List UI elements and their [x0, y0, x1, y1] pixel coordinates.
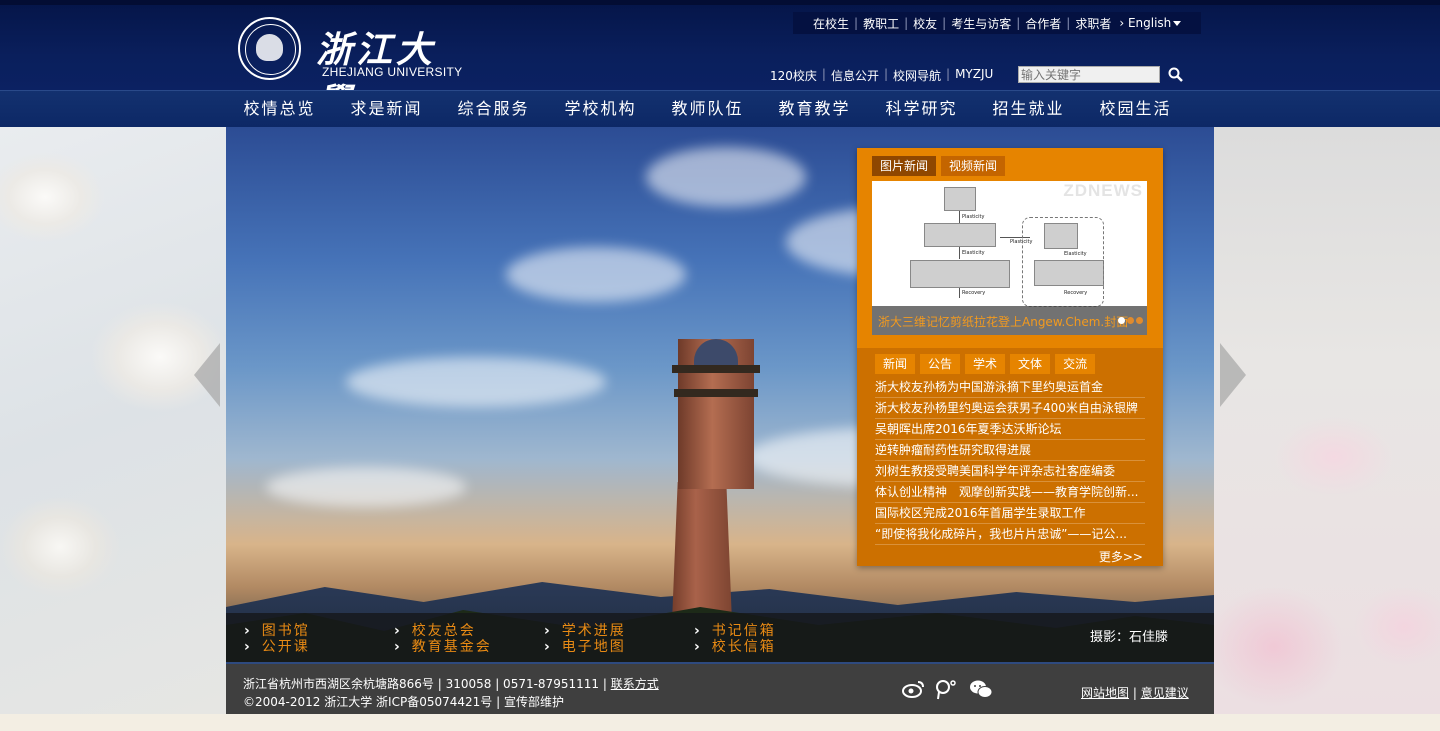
site-header: 浙江大學 ZHEJIANG UNIVERSITY 在校生| 教职工| 校友| 考…: [0, 0, 1440, 123]
featured-news-image[interactable]: ZDNEWS Plasticity Elasticity Recovery Pl…: [872, 181, 1147, 335]
nav-overview[interactable]: 校情总览: [226, 91, 333, 127]
search-icon[interactable]: [1167, 66, 1185, 84]
nav-research[interactable]: 科学研究: [868, 91, 975, 127]
nav-admissions[interactable]: 招生就业: [975, 91, 1082, 127]
chevron-right-icon: ›: [244, 639, 252, 655]
audience-link-staff[interactable]: 教职工: [859, 15, 903, 32]
news-list: 浙大校友孙杨为中国游泳摘下里约奥运首金 浙大校友孙杨里约奥运会获男子400米自由…: [875, 377, 1145, 545]
carousel-prev-arrow[interactable]: [194, 343, 220, 407]
photo-credit: 摄影：石佳滕: [1090, 630, 1169, 645]
quick-links-bar: › 图书馆 › 公开课 › 校友总会 › 教育基金会 › 学术进展 › 电子地图 › 书记信箱…: [226, 613, 1214, 662]
left-background-image: [0, 127, 226, 714]
chevron-right-icon: ›: [694, 639, 702, 655]
university-seal-icon: [238, 17, 301, 80]
tab-academic[interactable]: 学术: [965, 354, 1006, 374]
news-panel: 图片新闻 视频新闻 ZDNEWS Plasticity Elasticity R…: [857, 148, 1163, 566]
tab-culture-sports[interactable]: 文体: [1010, 354, 1051, 374]
chevron-right-icon: ›: [394, 639, 402, 655]
tab-photo-news[interactable]: 图片新闻: [872, 156, 937, 176]
utility-link-disclosure[interactable]: 信息公开: [827, 67, 883, 84]
news-item[interactable]: 浙大校友孙杨为中国游泳摘下里约奥运首金: [875, 377, 1145, 398]
more-news-link[interactable]: 更多>>: [1099, 548, 1143, 565]
zdnews-watermark: ZDNEWS: [1063, 181, 1143, 200]
nav-departments[interactable]: 学校机构: [547, 91, 654, 127]
footer-address: 浙江省杭州市西湖区余杭塘路866号 | 310058 | 0571-879511…: [243, 677, 607, 691]
slider-dots: [1116, 317, 1143, 324]
quick-link-president-mailbox[interactable]: › 校长信箱: [694, 636, 776, 656]
tab-video-news[interactable]: 视频新闻: [941, 156, 1006, 176]
language-selector[interactable]: › English: [1115, 16, 1185, 30]
audience-nav: 在校生 | 教职工 | 校友 | 考生与访客 | 合作者 | 求职者 › English: [793, 12, 1201, 34]
featured-news-caption[interactable]: 浙大三维记忆剪纸拉花登上Angew.Chem.封面: [878, 313, 1128, 330]
tab-exchange[interactable]: 交流: [1055, 354, 1096, 374]
wechat-icon[interactable]: [969, 678, 993, 700]
quick-link-label: 电子地图: [561, 639, 626, 655]
weibo-icon[interactable]: [902, 678, 926, 700]
news-item[interactable]: 吴朝晖出席2016年夏季达沃斯论坛: [875, 419, 1145, 440]
quick-link-label: 公开课: [261, 639, 310, 655]
tab-news[interactable]: 新闻: [875, 354, 916, 374]
quick-link-label: 教育基金会: [411, 639, 492, 655]
footer-copyright: ©2004-2012 浙江大学 浙ICP备05074421号 | 宣传部维护: [243, 695, 564, 709]
audience-link-students[interactable]: 在校生: [809, 15, 853, 32]
slider-dot-3[interactable]: [1136, 317, 1143, 324]
news-item[interactable]: 体认创业精神 观摩创新实践——教育学院创新...: [875, 482, 1145, 503]
slider-dot-2[interactable]: [1127, 317, 1134, 324]
contact-link[interactable]: 联系方式: [611, 677, 659, 691]
caption-bar: 浙大三维记忆剪纸拉花登上Angew.Chem.封面: [872, 306, 1147, 335]
utility-link-site-directory[interactable]: 校网导航: [889, 67, 945, 84]
sitemap-link[interactable]: 网站地图: [1081, 686, 1129, 700]
nav-services[interactable]: 综合服务: [440, 91, 547, 127]
news-item[interactable]: “即使将我化成碎片，我也片片忠诚”——记公...: [875, 524, 1145, 545]
site-footer: 浙江省杭州市西湖区余杭塘路866号 | 310058 | 0571-879511…: [226, 662, 1214, 714]
slider-dot-1[interactable]: [1118, 317, 1125, 324]
logo-english-name: ZHEJIANG UNIVERSITY: [322, 65, 463, 79]
audience-link-visitors[interactable]: 考生与访客: [947, 15, 1015, 32]
bottom-strip: [0, 714, 1440, 731]
main-navigation: 校情总览 求是新闻 综合服务 学校机构 教师队伍 教育教学 科学研究 招生就业 …: [0, 90, 1440, 127]
footer-links: 网站地图 | 意见建议: [1081, 686, 1189, 700]
audience-link-jobseekers[interactable]: 求职者: [1071, 15, 1115, 32]
carousel-next-arrow[interactable]: [1220, 343, 1246, 407]
nav-news[interactable]: 求是新闻: [333, 91, 440, 127]
quick-link-label: 校长信箱: [711, 639, 776, 655]
tab-announcements[interactable]: 公告: [920, 354, 961, 374]
utility-link-anniversary[interactable]: 120校庆: [766, 67, 821, 84]
quick-link-campus-map[interactable]: › 电子地图: [544, 636, 626, 656]
caret-down-icon: [1173, 21, 1182, 26]
news-item[interactable]: 浙大校友孙杨里约奥运会获男子400米自由泳银牌: [875, 398, 1145, 419]
quick-link-open-courses[interactable]: › 公开课: [244, 636, 310, 656]
news-item[interactable]: 逆转肿瘤耐药性研究取得进展: [875, 440, 1145, 461]
right-background-image: [1214, 127, 1440, 714]
language-label: English: [1127, 16, 1172, 30]
tencent-weibo-icon[interactable]: [934, 678, 958, 700]
nav-faculty[interactable]: 教师队伍: [654, 91, 761, 127]
nav-campus-life[interactable]: 校园生活: [1082, 91, 1189, 127]
footer-address-line: 浙江省杭州市西湖区余杭塘路866号 | 310058 | 0571-879511…: [243, 675, 659, 692]
university-logo[interactable]: 浙江大學 ZHEJIANG UNIVERSITY: [238, 17, 468, 123]
audience-link-partners[interactable]: 合作者: [1021, 15, 1065, 32]
audience-link-alumni[interactable]: 校友: [909, 15, 941, 32]
feedback-link[interactable]: 意见建议: [1141, 686, 1189, 700]
utility-nav: 120校庆 | 信息公开 | 校网导航 | MYZJU: [766, 67, 997, 84]
nav-education[interactable]: 教育教学: [761, 91, 868, 127]
utility-link-myzju[interactable]: MYZJU: [951, 67, 997, 84]
news-item[interactable]: 刘树生教授受聘美国科学年评杂志社客座编委: [875, 461, 1145, 482]
news-item[interactable]: 国际校区完成2016年首届学生录取工作: [875, 503, 1145, 524]
search-input[interactable]: [1018, 66, 1160, 83]
quick-link-education-foundation[interactable]: › 教育基金会: [394, 636, 492, 656]
chevron-right-icon: ›: [544, 639, 552, 655]
